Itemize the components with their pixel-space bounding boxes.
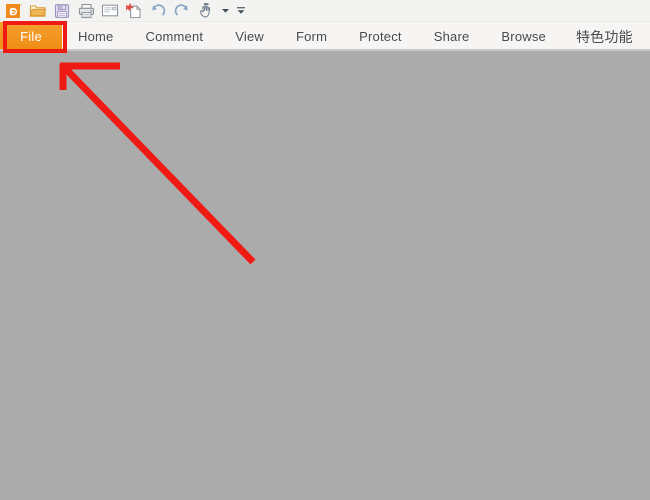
tab-share[interactable]: Share bbox=[418, 22, 486, 51]
document-canvas[interactable] bbox=[0, 51, 650, 500]
save-icon[interactable] bbox=[50, 1, 74, 21]
hand-tool-dropdown-icon[interactable] bbox=[218, 1, 232, 21]
tab-view[interactable]: View bbox=[219, 22, 280, 51]
tab-file[interactable]: File bbox=[0, 22, 62, 51]
tab-form[interactable]: Form bbox=[280, 22, 343, 51]
tab-comment[interactable]: Comment bbox=[129, 22, 219, 51]
tab-view-label: View bbox=[235, 29, 264, 44]
ribbon-tabs: File Home Comment View Form Protect Shar… bbox=[0, 22, 647, 51]
email-icon[interactable] bbox=[98, 1, 122, 21]
tab-protect[interactable]: Protect bbox=[343, 22, 418, 51]
tab-featured-label: 特色功能 bbox=[575, 28, 633, 45]
create-pdf-icon[interactable] bbox=[122, 1, 146, 21]
open-folder-icon[interactable] bbox=[26, 1, 50, 21]
hand-tool-icon[interactable] bbox=[194, 1, 218, 21]
tab-browse[interactable]: Browse bbox=[485, 22, 562, 51]
tab-browse-label: Browse bbox=[501, 29, 546, 44]
tab-share-label: Share bbox=[433, 29, 470, 44]
application-window: File Home Comment View Form Protect Shar… bbox=[0, 0, 650, 500]
quick-access-toolbar bbox=[0, 0, 650, 22]
tab-file-label: File bbox=[20, 29, 42, 44]
tab-comment-label: Comment bbox=[145, 29, 204, 44]
undo-icon[interactable] bbox=[146, 1, 170, 21]
redo-icon[interactable] bbox=[170, 1, 194, 21]
ribbon-tab-bar: File Home Comment View Form Protect Shar… bbox=[0, 22, 650, 51]
tab-form-label: Form bbox=[295, 29, 328, 44]
app-logo-icon[interactable] bbox=[2, 1, 26, 21]
customize-toolbar-icon[interactable] bbox=[234, 1, 248, 21]
tab-protect-label: Protect bbox=[359, 29, 402, 44]
print-icon[interactable] bbox=[74, 1, 98, 21]
tab-home-label: Home bbox=[78, 29, 114, 44]
tab-featured[interactable]: 特色功能 bbox=[562, 22, 647, 51]
tab-home[interactable]: Home bbox=[62, 22, 129, 51]
